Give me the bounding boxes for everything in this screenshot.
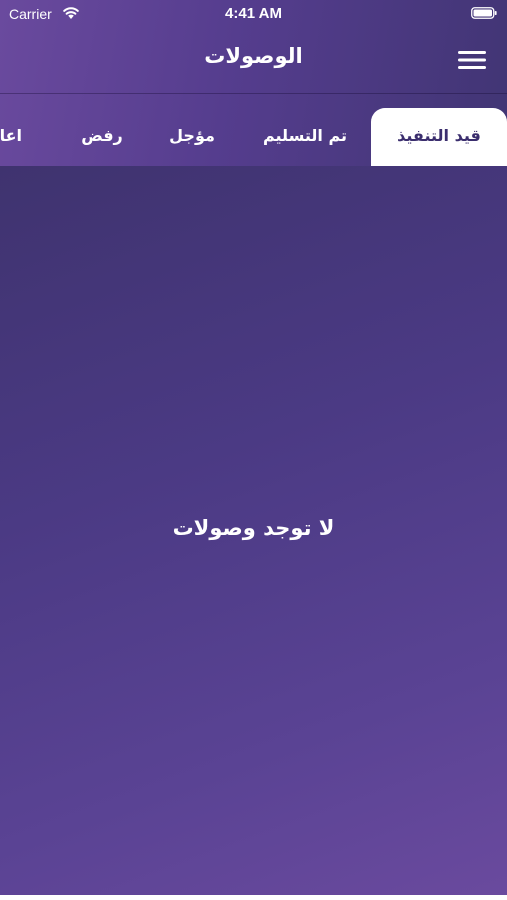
battery-icon [471,7,497,19]
hamburger-menu-icon[interactable] [456,48,488,72]
tab-postponed[interactable]: مؤجل [160,108,224,166]
tab-delivered[interactable]: تم التسليم [250,108,360,166]
header-background: Carrier 4:41 AM الوصولات قيد التنفيذ تم … [0,0,507,166]
header-divider [0,93,507,94]
page-title: الوصولات [204,44,303,68]
navigation-bar: الوصولات [0,28,507,92]
tab-in-progress[interactable]: قيد التنفيذ [371,108,507,166]
receipts-list-area: لا توجد وصولات [0,166,507,895]
status-tabs: قيد التنفيذ تم التسليم مؤجل رفض اعادة [0,108,507,166]
status-time: 4:41 AM [225,5,282,22]
tab-rejected[interactable]: رفض [72,108,132,166]
receipts-screen: Carrier 4:41 AM الوصولات قيد التنفيذ تم … [0,0,507,900]
bottom-edge [0,895,507,900]
tab-returned[interactable]: اعادة [0,108,34,166]
empty-state-message: لا توجد وصولات [172,516,335,540]
status-bar: Carrier 4:41 AM [0,0,507,28]
